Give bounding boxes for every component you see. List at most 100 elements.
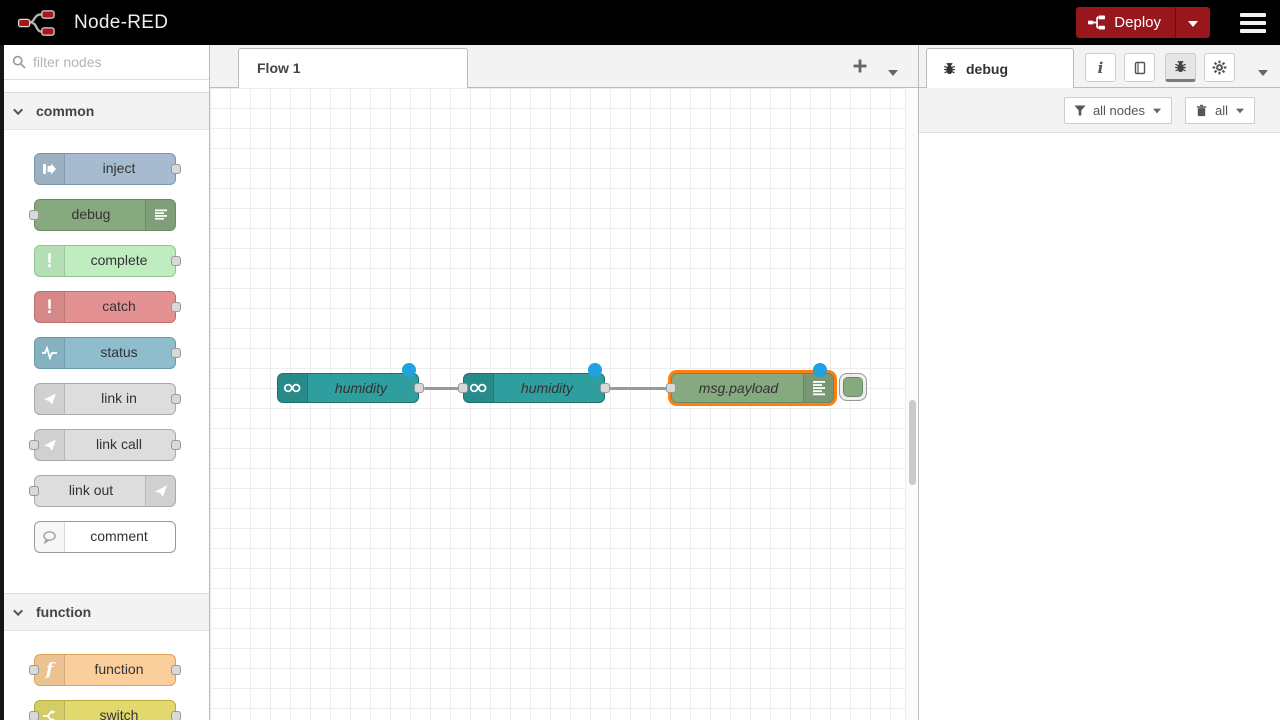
- debug-messages-panel[interactable]: [919, 134, 1280, 720]
- palette-node-label: comment: [65, 522, 173, 551]
- palette-node-label: switch: [65, 701, 173, 720]
- palette-node-label: inject: [65, 154, 173, 183]
- input-port: [29, 665, 39, 675]
- category-nodes-common: inject debug ! complete ! catch: [0, 130, 209, 581]
- palette-node-inject[interactable]: inject: [34, 153, 176, 185]
- palette-node-complete[interactable]: ! complete: [34, 245, 176, 277]
- input-port: [29, 210, 39, 220]
- flow-node-humidity-1[interactable]: humidity: [277, 373, 419, 403]
- output-port: [171, 711, 181, 720]
- chevron-down-icon: [13, 606, 23, 616]
- trash-icon: [1195, 104, 1208, 117]
- add-flow-button[interactable]: [852, 58, 868, 74]
- output-port: [171, 302, 181, 312]
- sidebar-tab-help[interactable]: [1124, 53, 1155, 82]
- palette-node-debug[interactable]: debug: [34, 199, 176, 231]
- debug-toolbar: all nodes all: [919, 88, 1280, 133]
- deploy-label: Deploy: [1114, 14, 1161, 31]
- wire[interactable]: [609, 387, 667, 390]
- chevron-down-icon: [1236, 108, 1244, 113]
- flow-canvas[interactable]: humidity humidity: [210, 88, 918, 720]
- wire[interactable]: [424, 387, 460, 390]
- palette-search[interactable]: [0, 45, 209, 80]
- deploy-icon: [1088, 15, 1105, 30]
- input-port: [29, 711, 39, 720]
- pulse-icon: [35, 338, 65, 368]
- input-port[interactable]: [458, 383, 468, 393]
- category-nodes-function: f function switch: [0, 631, 209, 720]
- flow-node-label: msg.payload: [676, 374, 801, 402]
- output-port[interactable]: [600, 383, 610, 393]
- sidebar-tab-debug-button[interactable]: [1165, 53, 1196, 82]
- app-title: Node-RED: [74, 12, 168, 34]
- funnel-icon: [1074, 105, 1086, 116]
- chevron-down-icon: [1153, 108, 1161, 113]
- sidebar-tab-config[interactable]: [1204, 53, 1235, 82]
- palette-node-function[interactable]: f function: [34, 654, 176, 686]
- info-icon: i: [1098, 59, 1104, 77]
- sidebar-tab-info[interactable]: i: [1085, 53, 1116, 82]
- main-menu-button[interactable]: [1240, 9, 1266, 37]
- palette-node-link-in[interactable]: link in: [34, 383, 176, 415]
- palette-node-catch[interactable]: ! catch: [34, 291, 176, 323]
- debug-clear-label: all: [1215, 103, 1228, 118]
- sidebar-tab-label: debug: [966, 61, 1008, 77]
- link-icon: [35, 384, 65, 414]
- palette-node-label: link out: [37, 476, 145, 505]
- debug-clear-button[interactable]: all: [1185, 97, 1255, 124]
- header: Node-RED Deploy: [0, 0, 1280, 45]
- category-header-function[interactable]: function: [0, 593, 209, 631]
- arduino-icon: [278, 374, 308, 402]
- tab-flow-1[interactable]: Flow 1: [238, 48, 468, 88]
- category-header-common[interactable]: common: [0, 92, 209, 130]
- exclamation-icon: !: [35, 246, 65, 276]
- deploy-button[interactable]: Deploy: [1076, 7, 1210, 38]
- palette-node-link-out[interactable]: link out: [34, 475, 176, 507]
- search-icon: [12, 55, 26, 69]
- link-icon: [35, 430, 65, 460]
- palette-node-switch[interactable]: switch: [34, 700, 176, 720]
- flow-node-msg-payload[interactable]: msg.payload: [671, 373, 834, 403]
- gear-icon: [1212, 60, 1227, 75]
- book-icon: [1133, 61, 1147, 75]
- arduino-icon: [464, 374, 494, 402]
- debug-list-icon: [145, 200, 175, 230]
- palette-node-status[interactable]: status: [34, 337, 176, 369]
- hamburger-icon: [1240, 13, 1266, 17]
- comment-icon: [35, 522, 65, 552]
- bug-icon: [1173, 59, 1188, 74]
- palette-node-link-call[interactable]: link call: [34, 429, 176, 461]
- scrollbar-thumb[interactable]: [909, 400, 916, 485]
- debug-filter-button[interactable]: all nodes: [1064, 97, 1172, 124]
- palette-node-label: debug: [37, 200, 145, 229]
- debug-filter-label: all nodes: [1093, 103, 1145, 118]
- left-edge-strip: [0, 45, 4, 720]
- node-red-logo: Node-RED: [8, 7, 168, 39]
- palette-node-comment[interactable]: comment: [34, 521, 176, 553]
- output-port[interactable]: [414, 383, 424, 393]
- palette-node-label: catch: [65, 292, 173, 321]
- changed-indicator: [588, 363, 602, 377]
- output-port: [171, 440, 181, 450]
- debug-list-icon: [803, 374, 833, 402]
- sidebar-menu-caret[interactable]: [1258, 63, 1268, 81]
- palette-node-label: link in: [65, 384, 173, 413]
- exclamation-icon: !: [35, 292, 65, 322]
- canvas-vertical-scrollbar[interactable]: [905, 88, 918, 720]
- node-red-app: Node-RED Deploy: [0, 0, 1280, 720]
- tab-list-caret[interactable]: [888, 63, 898, 81]
- chevron-down-icon: [13, 105, 23, 115]
- changed-indicator: [813, 363, 827, 377]
- input-port[interactable]: [666, 383, 676, 393]
- sidebar: debug i: [918, 45, 1280, 720]
- tab-debug[interactable]: debug: [926, 48, 1074, 88]
- output-port: [171, 348, 181, 358]
- debug-toggle-button[interactable]: [839, 373, 867, 401]
- deploy-options-caret[interactable]: [1176, 15, 1210, 30]
- flow-node-humidity-2[interactable]: humidity: [463, 373, 605, 403]
- flow-node-label: humidity: [308, 374, 414, 402]
- debug-toggle-state: [843, 377, 863, 397]
- input-port: [29, 440, 39, 450]
- filter-nodes-input[interactable]: [33, 54, 183, 70]
- palette-node-label: complete: [65, 246, 173, 275]
